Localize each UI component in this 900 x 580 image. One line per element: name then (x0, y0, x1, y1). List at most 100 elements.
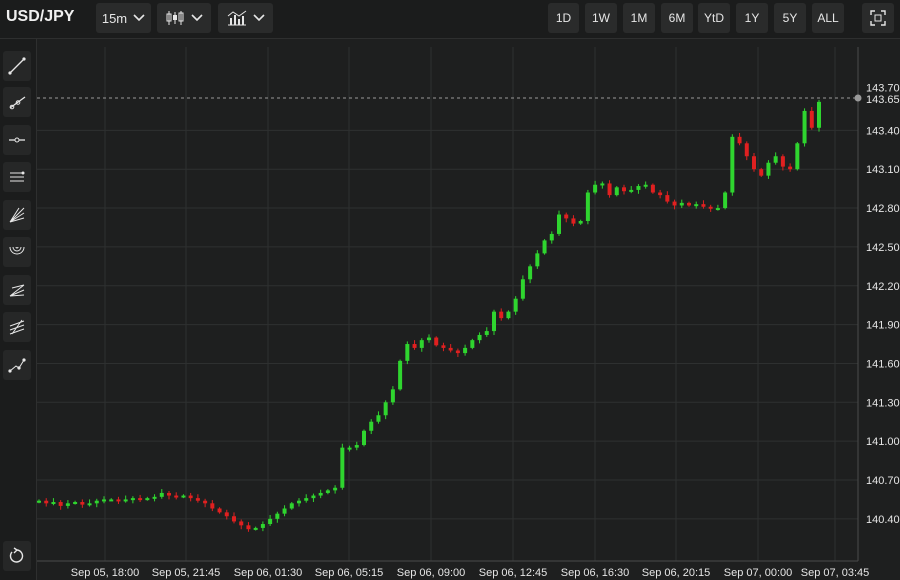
candle-body (506, 311, 511, 319)
candle-body (766, 162, 771, 176)
candle-body (513, 298, 518, 312)
candle-body (679, 202, 684, 206)
candle-body (347, 447, 352, 450)
candle-body (145, 498, 150, 501)
candle-body (369, 421, 374, 431)
candle-body (557, 214, 561, 234)
candle-body (463, 347, 468, 354)
candle-body (441, 345, 446, 348)
candle-body (614, 187, 619, 196)
candle-body (542, 240, 547, 254)
candle-body (174, 495, 179, 498)
candle-body (311, 495, 316, 499)
candle-body (809, 110, 814, 128)
candle-body (318, 492, 323, 496)
y-tick-label: 140.70 (866, 475, 900, 487)
candle-body (665, 195, 670, 202)
candle-body (427, 337, 431, 341)
candle-body (773, 156, 778, 163)
candle-body (304, 498, 309, 501)
candle-body (752, 156, 756, 170)
candle-body (448, 347, 453, 351)
candle-body (167, 492, 171, 496)
candle-body (470, 340, 475, 348)
candle-body (102, 499, 106, 502)
candle-body (217, 508, 222, 513)
candle-body (629, 189, 634, 192)
y-tick-label: 141.30 (866, 397, 900, 409)
candle-body (578, 221, 583, 224)
y-tick-label: 142.80 (866, 203, 900, 215)
candle-body (694, 204, 699, 207)
candle-body (65, 503, 70, 506)
candle-body (275, 513, 280, 519)
candle-body (159, 492, 164, 497)
y-tick-label: 140.40 (866, 514, 900, 526)
x-tick-label: Sep 07, 00:00 (724, 567, 793, 579)
x-tick-label: Sep 06, 01:30 (234, 567, 303, 579)
candle-body (239, 521, 244, 526)
candle-body (484, 331, 489, 335)
candle-body (188, 495, 193, 499)
candle-body (708, 206, 713, 209)
candle-body (759, 169, 764, 176)
y-tick-label: 141.90 (866, 320, 900, 332)
candle-body (260, 524, 265, 528)
candle-body (658, 192, 663, 196)
candle-body (116, 499, 121, 502)
candle-body (780, 156, 785, 167)
y-tick-label: 143.70 (866, 83, 900, 95)
candle-body (744, 143, 749, 157)
y-tick-label: 143.65 (866, 94, 900, 106)
candle-body (37, 500, 41, 503)
candle-body (325, 490, 330, 493)
candle-body (737, 136, 742, 144)
candle-body (383, 402, 388, 416)
candle-body (398, 360, 403, 390)
last-price-marker (854, 94, 862, 102)
candle-body (643, 184, 648, 187)
candle-body (528, 266, 533, 280)
candle-body (477, 334, 482, 341)
candle-body (195, 498, 200, 501)
candle-body (181, 495, 186, 498)
candle-body (687, 202, 691, 206)
candle-body (701, 204, 706, 207)
candle-body (788, 166, 793, 170)
candle-body (412, 344, 417, 348)
x-tick-label: Sep 06, 09:00 (397, 567, 466, 579)
candle-body (600, 183, 605, 186)
x-tick-label: Sep 06, 05:15 (315, 567, 384, 579)
candle-body (203, 500, 208, 504)
candle-body (817, 101, 821, 128)
candle-body (571, 218, 576, 224)
x-tick-label: Sep 06, 12:45 (479, 567, 548, 579)
candle-body (376, 415, 381, 422)
candle-body (58, 502, 63, 506)
candle-body (224, 512, 229, 517)
y-tick-label: 143.10 (866, 164, 900, 176)
candle-body (607, 183, 612, 196)
candle-body (455, 350, 460, 354)
candle-body (73, 502, 78, 505)
candle-body (520, 279, 525, 299)
x-tick-label: Sep 06, 20:15 (642, 567, 711, 579)
candle-body (253, 527, 258, 530)
x-tick-label: Sep 05, 18:00 (71, 567, 140, 579)
candle-body (405, 344, 410, 361)
candle-body (549, 233, 554, 241)
candle-body (390, 389, 395, 403)
candle-body (564, 214, 569, 219)
candle-body (802, 110, 807, 144)
candle-body (795, 143, 800, 170)
candle-body (723, 192, 728, 209)
candle-body (354, 445, 359, 448)
price-chart[interactable]: 143.70143.65 143.40 143.10 142.80 142.50 142.… (0, 0, 900, 580)
candle-body (123, 499, 128, 502)
y-tick-label: 142.20 (866, 281, 900, 293)
candle-body (130, 498, 135, 501)
candle-body (289, 503, 294, 509)
candle-body (593, 184, 598, 193)
candle-body (232, 516, 236, 522)
candle-body (80, 502, 85, 505)
